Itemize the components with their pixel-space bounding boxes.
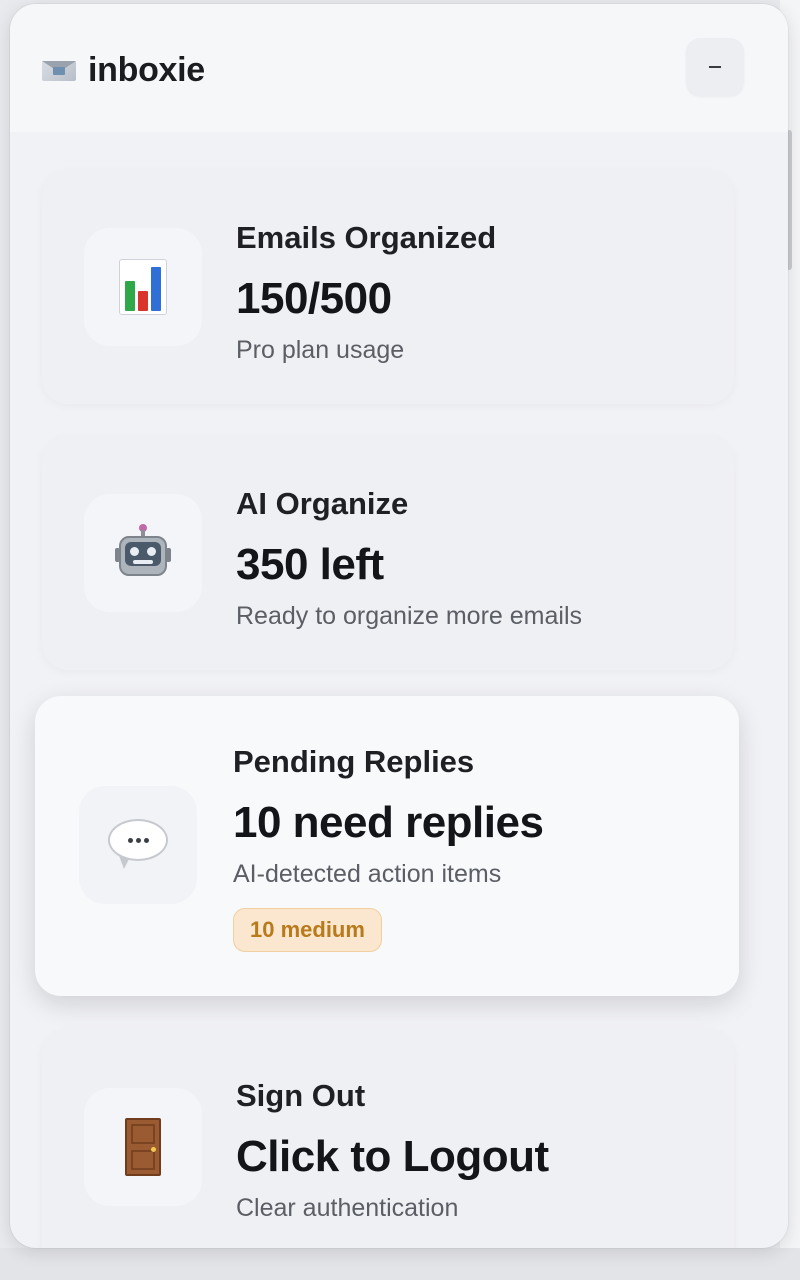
card-subtitle: Ready to organize more emails: [236, 602, 582, 630]
card-subtitle: AI-detected action items: [233, 860, 502, 888]
emails-organized-card[interactable]: Emails Organized 150/500 Pro plan usage: [42, 170, 734, 404]
bar-chart-icon: [119, 259, 167, 315]
card-value: Click to Logout: [236, 1132, 549, 1181]
brand: inboxie: [42, 48, 205, 92]
popup-header: inboxie: [10, 4, 788, 132]
priority-badge: 10 medium: [233, 908, 382, 952]
speech-bubble-icon: [108, 819, 168, 871]
ai-organize-card[interactable]: AI Organize 350 left Ready to organize m…: [42, 436, 734, 670]
door-icon: [125, 1118, 161, 1176]
extension-popup: inboxie Emails Organized 150/500 Pro pla…: [10, 4, 788, 1248]
sign-out-card[interactable]: Sign Out Click to Logout Clear authentic…: [42, 1030, 734, 1248]
robot-icon: [115, 524, 171, 582]
card-value: 150/500: [236, 274, 392, 323]
icon-tile: [84, 228, 202, 346]
minus-icon: [709, 66, 721, 68]
pending-replies-card[interactable]: Pending Replies 10 need replies AI-detec…: [35, 696, 739, 996]
card-title: Emails Organized: [236, 220, 497, 255]
card-subtitle: Pro plan usage: [236, 336, 405, 364]
icon-tile: [84, 1088, 202, 1206]
icon-tile: [79, 786, 197, 904]
icon-tile: [84, 494, 202, 612]
envelope-icon: [42, 59, 76, 81]
card-title: Pending Replies: [233, 744, 475, 779]
brand-name: inboxie: [88, 50, 205, 89]
card-subtitle: Clear authentication: [236, 1194, 459, 1222]
minimize-button[interactable]: [686, 38, 744, 96]
card-value: 10 need replies: [233, 798, 544, 847]
card-title: Sign Out: [236, 1078, 366, 1113]
card-title: AI Organize: [236, 486, 409, 521]
card-value: 350 left: [236, 540, 384, 589]
background-window-bottom: [0, 1248, 800, 1280]
